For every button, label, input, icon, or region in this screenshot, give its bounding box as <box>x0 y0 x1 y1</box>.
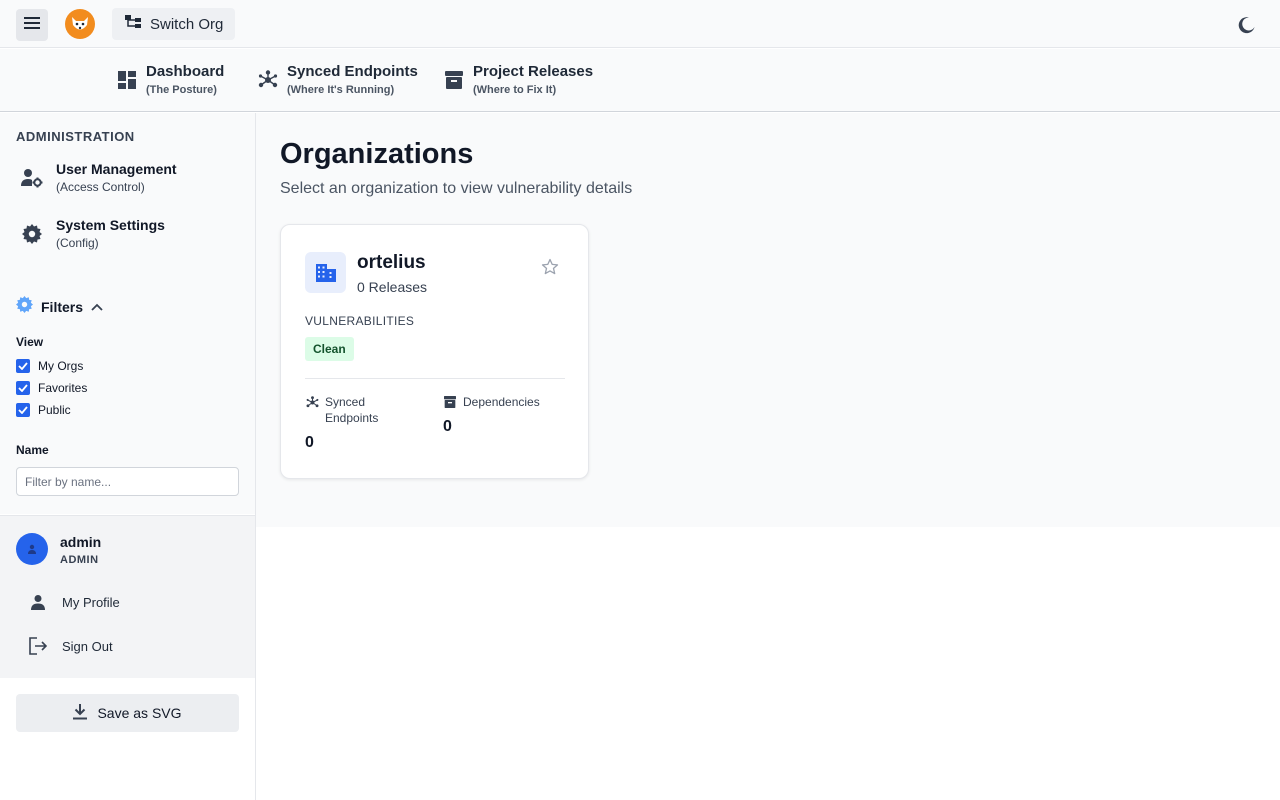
archive-box-icon <box>443 395 457 409</box>
favorites-label: Favorites <box>38 381 88 395</box>
switch-org-button[interactable]: Switch Org <box>112 8 235 40</box>
main-navigation: Dashboard (The Posture) Synced Endpoints… <box>0 49 1280 112</box>
nav-dashboard-subtitle: (The Posture) <box>146 84 217 96</box>
switch-org-label: Switch Org <box>150 15 224 33</box>
page-title: Organizations <box>280 138 474 170</box>
nav-dashboard-title: Dashboard <box>146 63 225 80</box>
save-as-svg-button[interactable]: Save as SVG <box>16 694 239 732</box>
sidebar: ADMINISTRATION User Management (Access C… <box>0 113 256 800</box>
checkmark-icon <box>18 406 28 414</box>
org-tree-icon <box>125 15 141 33</box>
gear-icon <box>20 222 44 246</box>
public-label: Public <box>38 403 71 417</box>
status-badge: Clean <box>305 337 354 361</box>
dark-mode-toggle[interactable] <box>1238 16 1256 34</box>
favorite-star-icon[interactable] <box>541 258 559 276</box>
hamburger-menu-icon <box>24 16 40 34</box>
user-role: ADMIN <box>60 554 99 566</box>
vulnerabilities-label: VULNERABILITIES <box>305 314 415 328</box>
download-icon <box>73 703 88 723</box>
synced-endpoints-stat: Synced Endpoints 0 <box>305 394 425 452</box>
nav-synced-endpoints-subtitle: (Where It's Running) <box>287 84 395 96</box>
nav-synced-endpoints-title: Synced Endpoints <box>287 63 418 80</box>
nav-project-releases[interactable]: Project Releases (Where to Fix It) <box>443 63 593 98</box>
org-release-count: 0 Releases <box>357 279 428 295</box>
user-settings-icon <box>20 166 44 190</box>
synced-endpoints-stat-value: 0 <box>305 434 314 451</box>
avatar[interactable] <box>16 533 48 565</box>
user-name: admin <box>60 534 102 550</box>
person-icon <box>28 592 48 612</box>
user-management-subtitle: (Access Control) <box>56 180 145 194</box>
filter-my-orgs[interactable]: My Orgs <box>16 359 83 373</box>
nav-project-releases-subtitle: (Where to Fix It) <box>473 84 557 96</box>
building-icon <box>315 263 336 282</box>
filters-title: Filters <box>41 299 84 315</box>
org-card[interactable]: ortelius 0 Releases VULNERABILITIES Clea… <box>280 224 589 479</box>
hub-network-icon <box>257 69 279 91</box>
nav-project-releases-title: Project Releases <box>473 63 594 80</box>
dog-logo-icon <box>72 17 88 30</box>
filter-gear-icon <box>16 296 33 318</box>
my-orgs-label: My Orgs <box>38 359 84 373</box>
name-filter-input[interactable] <box>16 467 239 496</box>
name-filter-label: Name <box>16 443 49 457</box>
favorites-checkbox[interactable] <box>16 381 30 395</box>
dependencies-stat-value: 0 <box>443 418 452 435</box>
sidebar-admin-section: ADMINISTRATION User Management (Access C… <box>0 113 255 514</box>
archive-box-icon <box>443 69 465 91</box>
dependencies-stat: Dependencies 0 <box>443 394 567 436</box>
synced-endpoints-stat-label: Synced Endpoints <box>325 395 379 425</box>
logout-icon <box>28 636 48 656</box>
dashboard-icon <box>116 69 138 91</box>
dependencies-stat-label: Dependencies <box>463 395 540 409</box>
nav-synced-endpoints[interactable]: Synced Endpoints (Where It's Running) <box>257 63 418 98</box>
my-profile-link[interactable]: My Profile <box>28 592 120 612</box>
top-bar: Switch Org <box>0 0 1280 48</box>
system-settings-subtitle: (Config) <box>56 236 99 250</box>
user-avatar-icon <box>28 544 36 554</box>
moon-icon <box>1238 17 1255 34</box>
sidebar-item-user-management[interactable]: User Management (Access Control) <box>20 160 177 196</box>
page-subtitle: Select an organization to view vulnerabi… <box>280 180 633 197</box>
checkmark-icon <box>18 362 28 370</box>
org-icon <box>305 252 346 293</box>
administration-heading: ADMINISTRATION <box>16 129 135 144</box>
card-divider <box>305 378 565 379</box>
filter-public[interactable]: Public <box>16 403 71 417</box>
filters-toggle[interactable]: Filters <box>16 296 103 318</box>
my-profile-label: My Profile <box>62 594 120 610</box>
nav-dashboard[interactable]: Dashboard (The Posture) <box>116 63 224 98</box>
view-filter-label: View <box>16 335 44 349</box>
filter-favorites[interactable]: Favorites <box>16 381 87 395</box>
menu-button[interactable] <box>16 9 48 41</box>
checkmark-icon <box>18 384 28 392</box>
user-management-title: User Management <box>56 161 177 177</box>
system-settings-title: System Settings <box>56 217 165 233</box>
hub-network-icon <box>305 395 319 409</box>
public-checkbox[interactable] <box>16 403 30 417</box>
sidebar-item-system-settings[interactable]: System Settings (Config) <box>20 216 165 252</box>
app-logo[interactable] <box>65 9 95 39</box>
chevron-up-icon <box>91 298 103 316</box>
my-orgs-checkbox[interactable] <box>16 359 30 373</box>
user-section: admin ADMIN My Profile Sign Out <box>0 515 255 678</box>
sign-out-label: Sign Out <box>62 638 113 654</box>
sign-out-link[interactable]: Sign Out <box>28 636 113 656</box>
save-as-svg-label: Save as SVG <box>97 705 182 721</box>
org-name: ortelius <box>357 252 426 273</box>
